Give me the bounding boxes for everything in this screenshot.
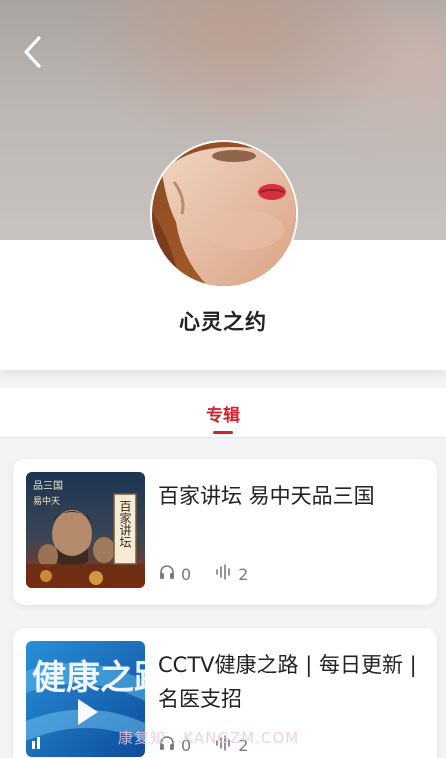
album-cover-text: 易中天 (33, 495, 60, 507)
track-count: 2 (215, 563, 248, 585)
album-title: 百家讲坛 易中天品三国 (158, 484, 375, 508)
headphones-icon (158, 563, 181, 585)
album-cover-text: 品三国 (33, 480, 63, 492)
listen-count: 0 (158, 563, 191, 585)
album-cover: 品三国 易中天 百家讲坛 (26, 472, 145, 588)
album-cover-text: 健康之路 (32, 658, 145, 698)
profile-header: 心灵之约 (0, 0, 446, 370)
tab-bar: 专辑 (0, 388, 446, 438)
back-button[interactable] (14, 34, 50, 74)
tab-active-indicator (213, 431, 233, 434)
avatar (150, 140, 298, 288)
profile-name: 心灵之约 (179, 310, 267, 334)
tab-albums[interactable]: 专辑 (173, 388, 273, 438)
watermark: 康复知...KANGZM.COM (118, 729, 300, 747)
tab-albums-label: 专辑 (206, 406, 240, 426)
chevron-left-icon (22, 35, 42, 73)
audio-wave-icon (215, 563, 238, 585)
track-count-value: 2 (238, 564, 249, 584)
album-title: CCTV健康之路 | 每日更新 | 名医支招 (158, 653, 417, 711)
album-card[interactable]: 品三国 易中天 百家讲坛 百家讲坛 易中天品三国 0 2 (13, 459, 437, 605)
album-cover-title: 百家讲坛 (118, 500, 132, 548)
album-stats: 0 2 (158, 563, 272, 585)
listen-count-value: 0 (181, 564, 192, 584)
